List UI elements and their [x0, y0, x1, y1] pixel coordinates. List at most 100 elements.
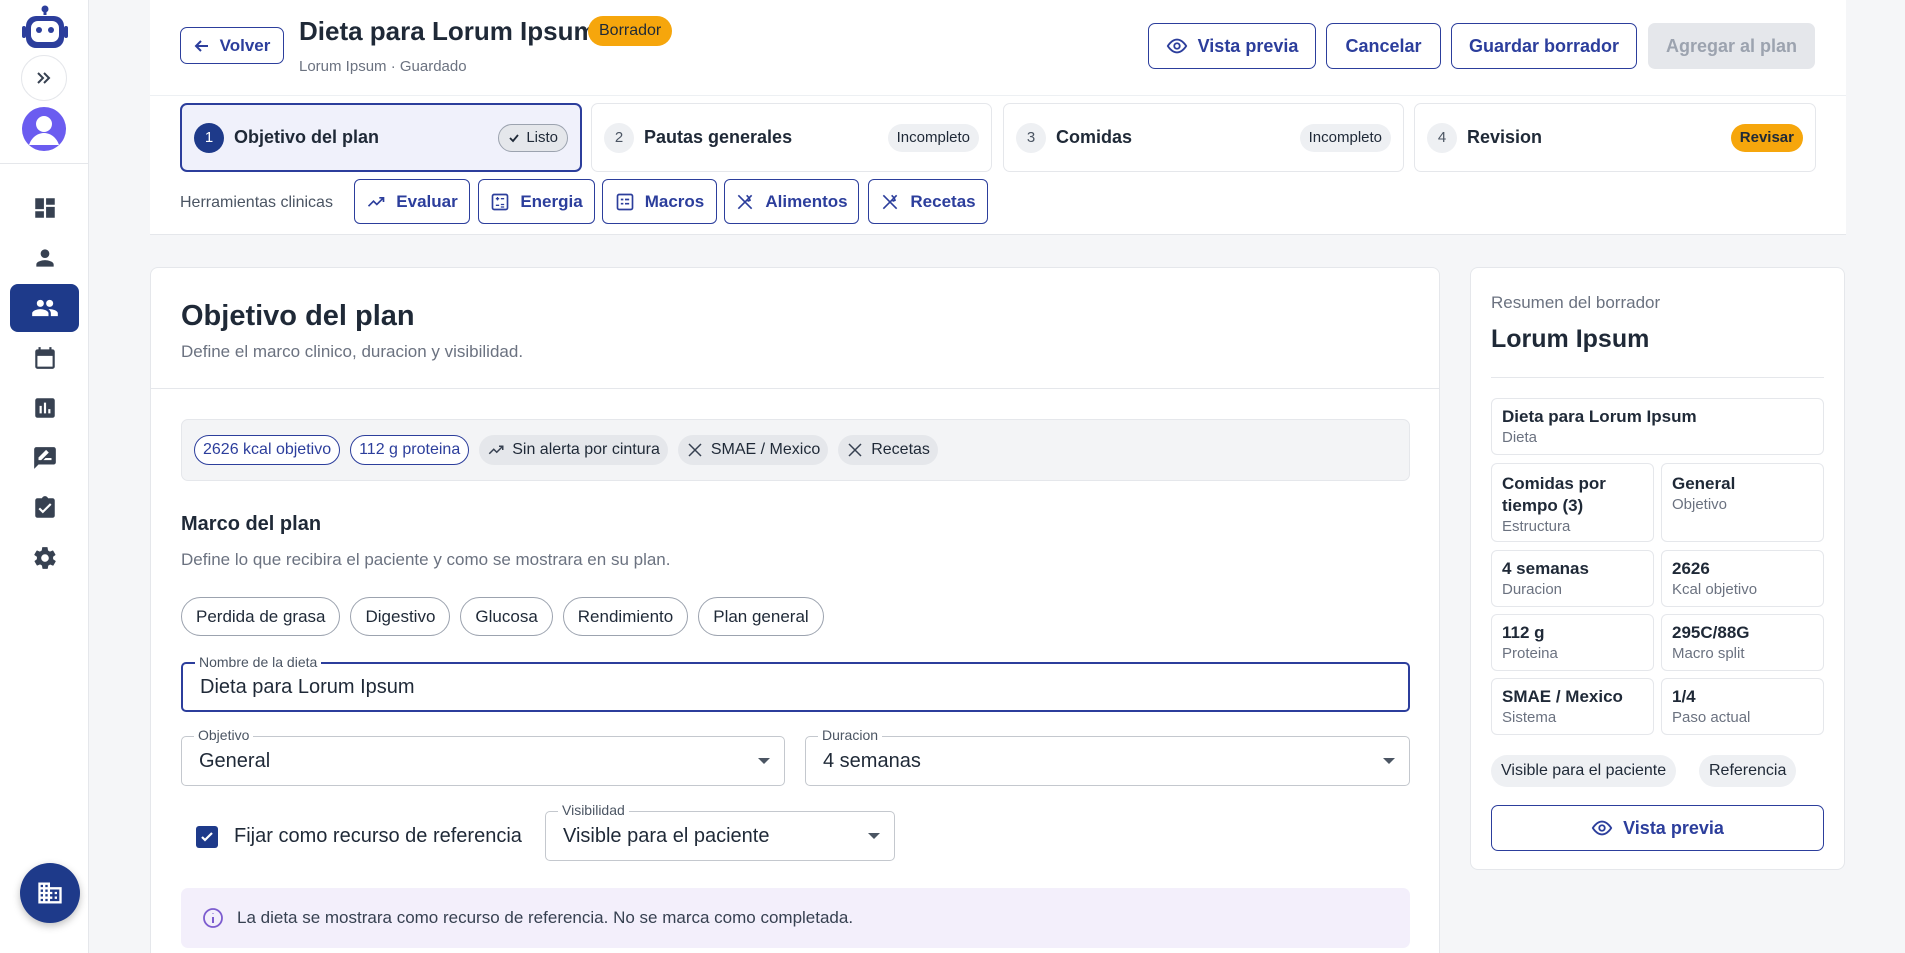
status-badge: Borrador: [588, 16, 673, 46]
feedback-icon: [33, 447, 56, 469]
duration-select[interactable]: Duracion 4 semanas: [805, 727, 1410, 786]
eye-icon: [1591, 820, 1613, 836]
tool-label: Evaluar: [396, 191, 458, 211]
tool-foods-button[interactable]: Alimentos: [724, 179, 859, 224]
sidebar-item-dashboard[interactable]: [10, 184, 79, 232]
preview-label: Vista previa: [1623, 817, 1724, 838]
sidebar-item-settings[interactable]: [10, 534, 79, 582]
summary-value: 295C/88G: [1672, 623, 1750, 642]
sidebar-item-patient[interactable]: [10, 234, 79, 282]
step-review[interactable]: 4 Revision Revisar: [1414, 103, 1816, 172]
summary-objective: General Objetivo: [1661, 463, 1824, 542]
step-label: Revision: [1467, 127, 1543, 147]
tool-evaluate-button[interactable]: Evaluar: [354, 179, 470, 224]
draft-summary-panel: Resumen del borrador Lorum Ipsum Dieta p…: [1470, 267, 1845, 870]
objective-select[interactable]: Objetivo General: [181, 727, 785, 786]
summary-key: Kcal objetivo: [1672, 581, 1758, 598]
step-meals[interactable]: 3 Comidas Incompleto: [1003, 103, 1404, 172]
summary-macro-split: 295C/88G Macro split: [1661, 614, 1824, 671]
cancel-button[interactable]: Cancelar: [1326, 23, 1441, 69]
summary-structure: Comidas por tiempo (3) Estructura: [1491, 463, 1654, 542]
calendar-icon: [34, 347, 55, 369]
summary-key: Duracion: [1502, 581, 1563, 598]
field-value: Visible para el paciente: [563, 825, 770, 847]
summary-preview-button[interactable]: Vista previa: [1491, 805, 1824, 851]
check-icon: [509, 133, 520, 142]
summary-title: Lorum Ipsum: [1491, 325, 1650, 353]
info-icon: [203, 908, 223, 928]
summary-value: General: [1672, 474, 1736, 493]
preview-button[interactable]: Vista previa: [1148, 23, 1316, 69]
goal-preset-performance[interactable]: Rendimiento: [562, 597, 689, 636]
summary-value: 4 semanas: [1502, 559, 1589, 578]
trending-icon: [368, 196, 385, 207]
add-to-plan-button[interactable]: Agregar al plan: [1648, 23, 1815, 69]
field-value: 4 semanas: [823, 750, 921, 772]
summary-key: Paso actual: [1672, 709, 1751, 726]
system-chip: SMAE / Mexico: [677, 435, 829, 465]
step-objective[interactable]: 1 Objetivo del plan Listo: [180, 103, 582, 172]
goal-preset-general[interactable]: Plan general: [698, 597, 824, 636]
tool-recipes-button[interactable]: Recetas: [868, 179, 988, 224]
arrow-left-icon: [194, 39, 208, 52]
pin-reference-label[interactable]: Fijar como recurso de referencia: [234, 825, 522, 848]
utensils-icon: [688, 443, 702, 457]
tool-label: Macros: [644, 191, 705, 211]
kcal-chip: 2626 kcal objetivo: [194, 435, 341, 465]
waist-alert-chip: Sin alerta por cintura: [479, 435, 668, 465]
page-title: Dieta para Lorum Ipsum: [299, 16, 597, 46]
section-heading: Objetivo del plan: [181, 300, 415, 332]
avatar[interactable]: [22, 107, 66, 151]
pin-reference-checkbox[interactable]: [196, 826, 218, 848]
summary-tag-reference: Referencia: [1699, 755, 1797, 787]
metrics-chip-bar: 2626 kcal objetivo 112 g proteina Sin al…: [181, 419, 1410, 481]
sidebar-item-patients[interactable]: [10, 284, 79, 332]
divider: [151, 388, 1439, 389]
diet-name-field[interactable]: Nombre de la dieta Dieta para Lorum Ipsu…: [181, 654, 1410, 712]
step-label: Pautas generales: [644, 127, 793, 147]
summary-value: Comidas por tiempo (3): [1502, 474, 1606, 515]
summary-key: Macro split: [1672, 645, 1745, 662]
expand-sidebar-button[interactable]: [21, 55, 67, 101]
robot-logo-icon[interactable]: [20, 4, 70, 54]
step-number: 1: [194, 122, 224, 153]
header-divider: [150, 95, 1846, 96]
tool-label: Energia: [520, 191, 583, 211]
assignment-check-icon: [34, 496, 55, 518]
sidebar-item-messages[interactable]: [10, 434, 79, 482]
visibility-select[interactable]: Visibilidad Visible para el paciente: [545, 802, 895, 861]
back-button[interactable]: Volver: [180, 27, 284, 64]
protein-chip: 112 g proteina: [350, 435, 470, 465]
eye-icon: [1166, 38, 1187, 54]
chevrons-right-icon: [37, 72, 51, 84]
chart-icon: [34, 398, 55, 418]
plan-frame-heading: Marco del plan: [181, 513, 322, 535]
goal-preset-fat-loss[interactable]: Perdida de grasa: [181, 597, 341, 636]
sidebar-item-calendar[interactable]: [10, 334, 79, 382]
step-number: 2: [604, 122, 634, 153]
goal-preset-digestive[interactable]: Digestivo: [350, 597, 451, 636]
step-guidelines[interactable]: 2 Pautas generales Incompleto: [591, 103, 992, 172]
utensils-icon: [738, 194, 753, 209]
field-label: Objetivo: [194, 727, 254, 743]
info-text: La dieta se mostrara como recurso de ref…: [237, 908, 854, 927]
tool-energy-button[interactable]: Energia: [478, 179, 595, 224]
field-label: Nombre de la dieta: [195, 654, 322, 670]
summary-key: Sistema: [1502, 709, 1557, 726]
summary-kcal: 2626 Kcal objetivo: [1661, 550, 1824, 607]
chip-label: SMAE / Mexico: [710, 441, 821, 458]
divider: [1491, 377, 1824, 378]
save-draft-button[interactable]: Guardar borrador: [1451, 23, 1637, 69]
person-icon: [35, 249, 54, 267]
step-status-badge: Listo: [498, 123, 568, 152]
utensils-icon: [848, 443, 862, 457]
tool-macros-button[interactable]: Macros: [602, 179, 717, 224]
step-label: Comidas: [1056, 127, 1133, 147]
sidebar-item-tasks[interactable]: [10, 484, 79, 532]
chip-label: Recetas: [871, 441, 930, 458]
sidebar-item-reports[interactable]: [10, 384, 79, 432]
goal-preset-glucose[interactable]: Glucosa: [460, 597, 553, 636]
organization-button[interactable]: [20, 863, 80, 923]
plan-frame-description: Define lo que recibira el paciente y com…: [181, 550, 671, 569]
summary-system: SMAE / Mexico Sistema: [1491, 678, 1654, 735]
